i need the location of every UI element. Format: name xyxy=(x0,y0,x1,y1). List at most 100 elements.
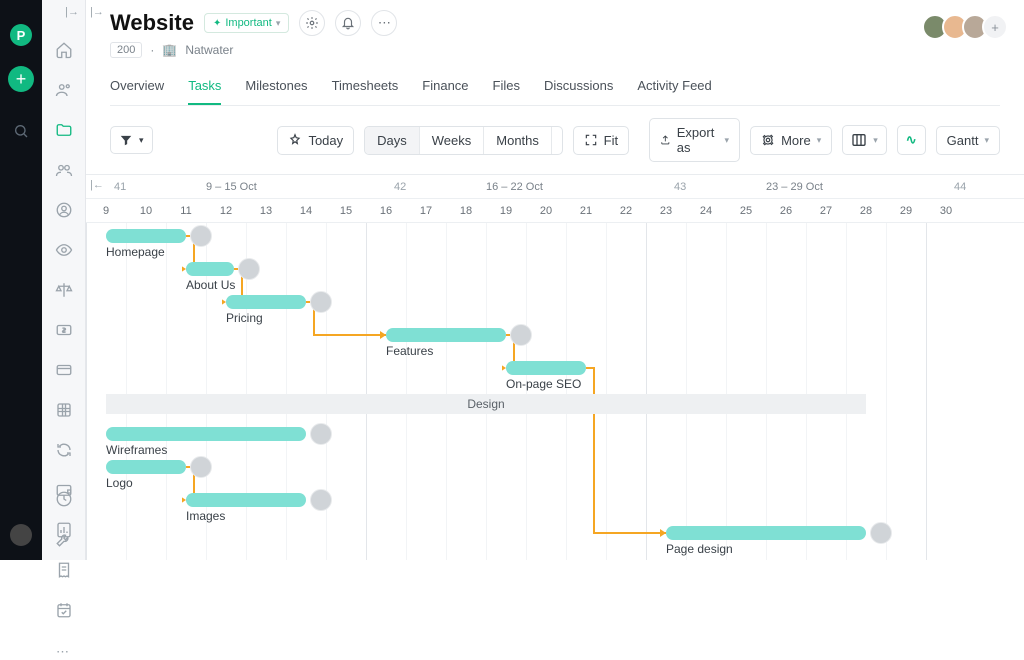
gantt-body[interactable]: Design Homepage About Us Pricing Features On-… xyxy=(86,223,1024,560)
sync-icon[interactable] xyxy=(55,441,73,459)
day-24: 24 xyxy=(686,199,726,223)
team-icon[interactable] xyxy=(55,161,73,179)
more-button[interactable]: More▾ xyxy=(750,126,832,155)
day-27: 27 xyxy=(806,199,846,223)
assignee-avatar[interactable] xyxy=(310,489,332,511)
clock-icon[interactable] xyxy=(55,490,73,508)
task-bar-features[interactable] xyxy=(386,328,506,342)
range-months[interactable]: Months xyxy=(484,127,552,154)
eye-icon[interactable] xyxy=(55,241,73,259)
day-16: 16 xyxy=(366,199,406,223)
page-title: Website xyxy=(110,10,194,36)
view-switch-button[interactable]: Gantt▾ xyxy=(936,126,1000,155)
app-rail-dark: P + xyxy=(0,0,42,560)
assignee-avatar[interactable] xyxy=(870,522,892,544)
columns-button[interactable]: ▾ xyxy=(842,125,887,155)
folder-icon[interactable] xyxy=(55,121,73,139)
important-chip[interactable]: Important xyxy=(204,13,289,33)
day-25: 25 xyxy=(726,199,766,223)
calendar-check-icon[interactable] xyxy=(55,601,73,619)
people-icon[interactable] xyxy=(55,81,73,99)
day-13: 13 xyxy=(246,199,286,223)
more-icon[interactable]: ⋯ xyxy=(56,644,71,660)
task-label-homepage: Homepage xyxy=(106,245,165,259)
assignee-avatar[interactable] xyxy=(510,324,532,346)
more-menu-button[interactable]: ⋯ xyxy=(371,10,397,36)
range-days[interactable]: Days xyxy=(365,127,420,154)
day-17: 17 xyxy=(406,199,446,223)
card-icon[interactable] xyxy=(55,361,73,379)
tab-tasks[interactable]: Tasks xyxy=(188,70,221,105)
day-26: 26 xyxy=(766,199,806,223)
member-avatars[interactable]: + xyxy=(928,14,1008,40)
task-bar-images[interactable] xyxy=(186,493,306,507)
day-11: 11 xyxy=(166,199,206,223)
range-years[interactable]: Years xyxy=(552,127,563,154)
client-name[interactable]: Natwater xyxy=(185,43,233,57)
group-design[interactable]: Design xyxy=(106,394,866,414)
assignee-avatar[interactable] xyxy=(310,291,332,313)
day-10: 10 xyxy=(126,199,166,223)
export-button[interactable]: Export as▾ xyxy=(649,118,740,162)
tab-overview[interactable]: Overview xyxy=(110,70,164,105)
task-label-features: Features xyxy=(386,344,433,358)
assignee-avatar[interactable] xyxy=(190,225,212,247)
notifications-button[interactable] xyxy=(335,10,361,36)
add-button[interactable]: + xyxy=(8,66,34,92)
wrench-icon[interactable] xyxy=(55,530,73,548)
task-bar-seo[interactable] xyxy=(506,361,586,375)
day-15: 15 xyxy=(326,199,366,223)
scales-icon[interactable] xyxy=(55,281,73,299)
tab-discussions[interactable]: Discussions xyxy=(544,70,613,105)
assignee-avatar[interactable] xyxy=(310,423,332,445)
task-bar-logo[interactable] xyxy=(106,460,186,474)
search-icon[interactable] xyxy=(12,122,30,140)
profile-icon[interactable] xyxy=(55,201,73,219)
user-avatar[interactable] xyxy=(10,524,32,546)
assignee-avatar[interactable] xyxy=(238,258,260,280)
day-12: 12 xyxy=(206,199,246,223)
task-label-about: About Us xyxy=(186,278,235,292)
main-content: |→ Website Important ⋯ + 200 · 🏢 Natwate… xyxy=(86,0,1024,560)
task-label-seo: On-page SEO xyxy=(506,377,581,391)
task-bar-wireframes[interactable] xyxy=(106,427,306,441)
today-button[interactable]: Today xyxy=(277,126,354,155)
expand-rail-icon[interactable]: |→ xyxy=(90,6,104,18)
week-44: 44 xyxy=(946,175,966,199)
money-icon[interactable] xyxy=(55,321,73,339)
range-weeks[interactable]: Weeks xyxy=(420,127,485,154)
task-bar-homepage[interactable] xyxy=(106,229,186,243)
assignee-avatar[interactable] xyxy=(190,456,212,478)
project-header: |→ Website Important ⋯ + 200 · 🏢 Natwate… xyxy=(86,0,1024,106)
day-30: 30 xyxy=(926,199,966,223)
week-41: 41 xyxy=(106,175,126,199)
task-label-pricing: Pricing xyxy=(226,311,263,325)
task-label-images: Images xyxy=(186,509,225,523)
task-bar-pricing[interactable] xyxy=(226,295,306,309)
receipt-icon[interactable] xyxy=(55,561,73,579)
tab-timesheets[interactable]: Timesheets xyxy=(332,70,399,105)
home-icon[interactable] xyxy=(55,41,73,59)
tab-activity[interactable]: Activity Feed xyxy=(637,70,711,105)
gantt-chart[interactable]: |← 419 – 15 Oct4216 – 22 Oct4323 – 29 Oc… xyxy=(86,174,1024,560)
range-segmented-control: DaysWeeksMonthsYears xyxy=(364,126,563,155)
fit-button[interactable]: Fit xyxy=(573,126,629,155)
filter-button[interactable]: ▾ xyxy=(110,126,153,154)
timeline-header: 419 – 15 Oct4216 – 22 Oct4323 – 29 Oct44… xyxy=(86,175,1024,223)
tab-finance[interactable]: Finance xyxy=(422,70,468,105)
tab-milestones[interactable]: Milestones xyxy=(245,70,307,105)
day-14: 14 xyxy=(286,199,326,223)
task-bar-pagedesign[interactable] xyxy=(666,526,866,540)
day-22: 22 xyxy=(606,199,646,223)
settings-button[interactable] xyxy=(299,10,325,36)
collapse-rail-icon[interactable]: |→ xyxy=(65,6,79,18)
add-member-icon: + xyxy=(982,14,1008,40)
brand-logo-icon[interactable]: P xyxy=(10,24,32,46)
task-bar-about[interactable] xyxy=(186,262,234,276)
task-label-pagedesign: Page design xyxy=(666,542,733,556)
dependencies-toggle[interactable]: ∿ xyxy=(897,125,926,155)
week-42: 42 xyxy=(386,175,406,199)
grid-icon[interactable] xyxy=(55,401,73,419)
tab-files[interactable]: Files xyxy=(493,70,520,105)
project-rail: |→ ⋯ xyxy=(42,0,86,560)
